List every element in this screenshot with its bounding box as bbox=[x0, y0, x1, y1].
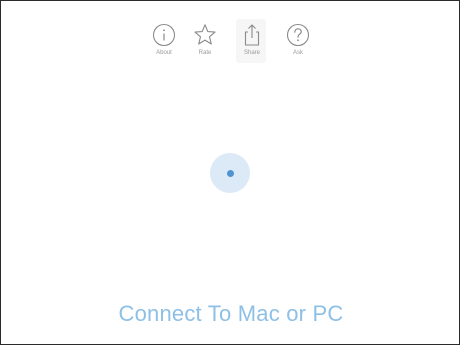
rate-label: Rate bbox=[198, 50, 212, 56]
share-icon bbox=[244, 24, 260, 46]
rate-button[interactable]: Rate bbox=[183, 21, 227, 65]
about-label: About bbox=[156, 50, 172, 56]
share-label: Share bbox=[243, 50, 260, 56]
ask-button[interactable]: Ask bbox=[276, 21, 320, 65]
star-icon bbox=[194, 24, 216, 45]
connection-indicator[interactable] bbox=[210, 153, 250, 193]
share-button[interactable]: Share bbox=[230, 21, 274, 65]
connection-dot bbox=[227, 170, 234, 177]
ask-label: Ask bbox=[292, 50, 303, 56]
info-icon bbox=[152, 23, 176, 47]
app-screen: About Rate Share Ask Connect To Mac or P… bbox=[0, 0, 460, 345]
connect-button[interactable]: Connect To Mac or PC bbox=[1, 299, 460, 329]
question-icon bbox=[286, 23, 310, 47]
top-toolbar: About Rate Share Ask bbox=[142, 21, 318, 65]
about-button[interactable]: About bbox=[142, 21, 186, 65]
